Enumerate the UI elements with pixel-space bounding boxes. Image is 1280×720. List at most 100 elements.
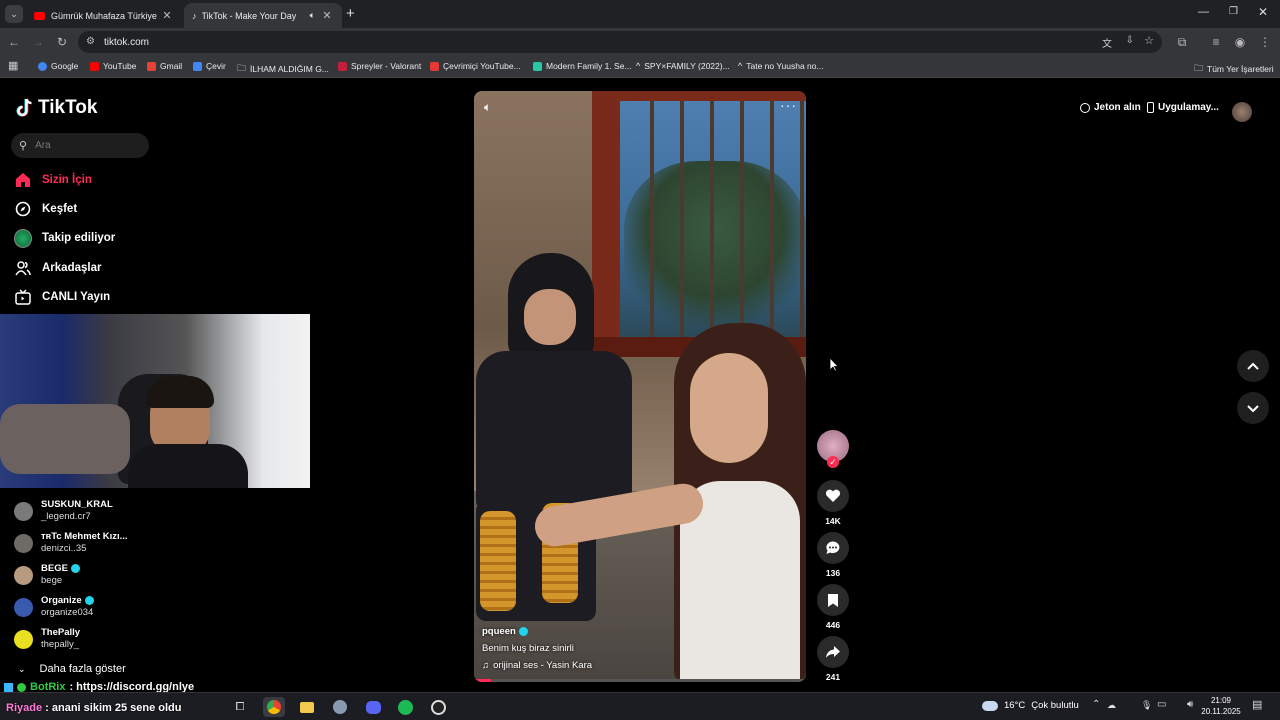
- menu-icon[interactable]: ⋮: [1257, 34, 1273, 50]
- close-tab-icon[interactable]: ✕: [320, 9, 334, 22]
- restore-button[interactable]: ❐: [1229, 6, 1238, 17]
- coin-icon: [1080, 102, 1090, 113]
- file-explorer-icon[interactable]: [296, 697, 318, 717]
- video-caption-block: pqueen Benim kuş biraz sinirli ♫ orijina…: [482, 626, 782, 671]
- video-author[interactable]: pqueen: [482, 626, 516, 637]
- all-bookmarks-folder[interactable]: 🗀 Tüm Yer İşaretleri: [1194, 61, 1274, 77]
- folder-icon: 🗀: [1194, 63, 1204, 73]
- network-icon[interactable]: 🎙︎: [1141, 700, 1152, 711]
- streamer-hair: [146, 376, 214, 408]
- get-coins-button[interactable]: Jeton alın: [1080, 102, 1141, 113]
- translate-icon[interactable]: 文: [1102, 35, 1112, 50]
- spotify-icon[interactable]: [394, 697, 416, 717]
- site-info-icon[interactable]: ⚙: [86, 36, 95, 47]
- apps-grid-icon[interactable]: ▦: [8, 59, 18, 72]
- tiktok-logo[interactable]: TikTok: [16, 97, 97, 119]
- weather-widget[interactable]: 16°C Çok bulutlu: [982, 700, 1079, 711]
- comment-button[interactable]: [817, 532, 849, 564]
- obs-icon[interactable]: [427, 697, 449, 717]
- discord-icon[interactable]: [362, 697, 384, 717]
- notification-icon[interactable]: ▤: [1252, 698, 1262, 711]
- nav-item-for-you[interactable]: Sizin İçin: [14, 171, 92, 189]
- bookmark-google[interactable]: Google: [38, 61, 78, 71]
- install-icon[interactable]: ⇩: [1126, 35, 1134, 46]
- like-button[interactable]: [817, 480, 849, 512]
- display-icon[interactable]: ▭: [1157, 699, 1166, 710]
- volume-icon[interactable]: 🔊︎: [1187, 699, 1193, 710]
- new-tab-button[interactable]: +: [346, 5, 355, 22]
- following-account[interactable]: ᴛʀTc Mehmet Kızı... denizci..35: [14, 531, 128, 555]
- tray-overflow-icon[interactable]: ⌃: [1092, 699, 1100, 710]
- chrome-taskbar-icon[interactable]: [263, 697, 285, 717]
- minimize-button[interactable]: —: [1198, 6, 1209, 18]
- bookmark-valorant[interactable]: Spreyler - Valorant: [338, 61, 421, 71]
- video-progress-bar[interactable]: [474, 679, 806, 682]
- search-input[interactable]: ⚲ Ara: [11, 133, 149, 158]
- tiktok-note-icon: [16, 98, 32, 117]
- nav-item-following[interactable]: Takip ediliyor: [14, 228, 115, 248]
- video-sound[interactable]: orijinal ses - Yasin Kara: [493, 660, 592, 671]
- profile-avatar[interactable]: [1232, 102, 1252, 122]
- save-button[interactable]: [817, 584, 849, 616]
- home-icon: [14, 171, 32, 189]
- bookmark-cevir[interactable]: Çevir: [193, 61, 226, 71]
- get-app-button[interactable]: Uygulamay...: [1147, 102, 1219, 113]
- follow-plus-icon[interactable]: ✓: [827, 456, 839, 468]
- bookmark-tate-no-yuusha[interactable]: ^ Tate no Yuusha no...: [738, 61, 824, 71]
- video-player[interactable]: 🔈︎ ··· pqueen Benim kuş biraz sinirli ♫ …: [474, 91, 806, 682]
- share-arrow-icon: [826, 646, 840, 658]
- comment-icon: [826, 541, 840, 554]
- app-icon[interactable]: [329, 697, 351, 717]
- bookmark-modern-family[interactable]: Modern Family 1. Se...: [533, 61, 632, 71]
- bookmark-youtube[interactable]: YouTube: [90, 61, 136, 71]
- bookmark-folder-ilham[interactable]: 🗀 İLHAM ALDIĞIM G...: [237, 61, 329, 77]
- following-icon: [14, 228, 32, 248]
- url-input[interactable]: ⚙ tiktok.com 文 ⇩ ☆: [78, 31, 1162, 53]
- nav-item-explore[interactable]: Keşfet: [14, 200, 77, 218]
- bookmark-gmail[interactable]: Gmail: [147, 61, 182, 71]
- next-video-button[interactable]: [1237, 392, 1269, 424]
- video-caption: Benim kuş biraz sinirli: [482, 643, 574, 654]
- media-icon[interactable]: ≡: [1208, 34, 1224, 50]
- close-tab-icon[interactable]: ✕: [160, 9, 174, 22]
- anime-icon: ^: [636, 61, 641, 71]
- following-account[interactable]: ThePally thepally_: [14, 627, 80, 651]
- creator-avatar[interactable]: ✓: [817, 430, 849, 468]
- following-account[interactable]: Organize organize034: [14, 595, 94, 619]
- close-window-button[interactable]: ✕: [1258, 5, 1268, 19]
- chat-text: : anani sikim 25 sene oldu: [45, 702, 182, 714]
- tab-title: TikTok - Make Your Day: [201, 10, 297, 21]
- extensions-icon[interactable]: ⧉: [1174, 34, 1190, 50]
- tab-gumruk[interactable]: Gümrük Muhafaza Türkiye 24. ✕: [26, 3, 182, 28]
- bookmark-icon: [828, 593, 838, 607]
- avatar: [14, 597, 33, 617]
- onedrive-icon[interactable]: ☁: [1107, 700, 1116, 711]
- more-options-icon[interactable]: ···: [780, 97, 797, 113]
- cloud-icon: [982, 700, 998, 711]
- forward-icon[interactable]: →: [30, 34, 46, 50]
- folder-icon: 🗀: [237, 63, 247, 73]
- share-button[interactable]: [817, 636, 849, 668]
- following-account[interactable]: SUSKUN_KRAL _legend.cr7: [14, 499, 113, 523]
- previous-video-button[interactable]: [1237, 350, 1269, 382]
- taskbar-clock[interactable]: 21:09 20.11.2025: [1196, 695, 1246, 717]
- back-icon[interactable]: ←: [6, 34, 22, 50]
- profile-icon[interactable]: ◉: [1232, 34, 1248, 50]
- following-account[interactable]: BEGE bege: [14, 563, 80, 587]
- reload-icon[interactable]: ↻: [54, 34, 70, 50]
- nav-item-live[interactable]: CANLI Yayın: [14, 288, 110, 306]
- share-icon: [4, 682, 13, 692]
- bookmark-youtube-converter[interactable]: Çevrimiçi YouTube...: [430, 61, 521, 71]
- speaker-icon[interactable]: 🔈︎: [310, 10, 315, 21]
- show-more-button[interactable]: ⌄ Daha fazla göster: [18, 663, 126, 675]
- tab-tiktok[interactable]: ♪ TikTok - Make Your Day 🔈︎ ✕: [184, 3, 342, 28]
- comment-count: 136: [825, 568, 841, 578]
- nav-item-friends[interactable]: Arkadaşlar: [14, 259, 101, 277]
- couch: [0, 404, 130, 474]
- task-view-icon[interactable]: ⧠: [229, 697, 251, 717]
- bookmark-star-icon[interactable]: ☆: [1144, 34, 1154, 47]
- youtube-icon: [90, 61, 99, 71]
- tab-search-button[interactable]: ⌄: [5, 5, 23, 23]
- bookmark-spy-family[interactable]: ^ SPY×FAMILY (2022)...: [636, 61, 730, 71]
- mute-icon[interactable]: 🔈︎: [484, 100, 491, 115]
